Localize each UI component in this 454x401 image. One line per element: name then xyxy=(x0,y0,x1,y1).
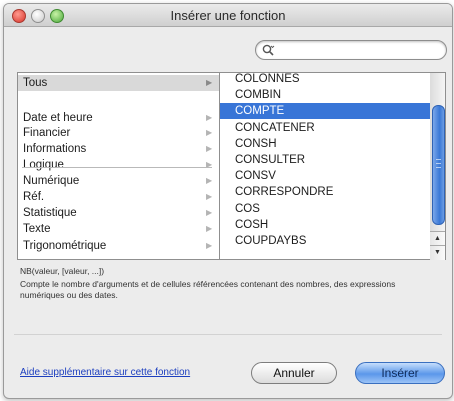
function-item[interactable]: COLONNES xyxy=(220,73,431,87)
category-label: Réf. xyxy=(23,191,45,203)
category-item[interactable]: Trigonométrique ▶ xyxy=(18,238,220,254)
function-label: CORRESPONDRE xyxy=(235,186,334,199)
title-bar: Insérer une fonction xyxy=(4,4,452,27)
category-label: Trigonométrique xyxy=(23,240,107,252)
chevron-right-icon: ▶ xyxy=(206,128,213,137)
scroll-down-arrow-icon[interactable]: ▼ xyxy=(430,245,445,260)
function-item[interactable]: COMPTE xyxy=(220,103,431,120)
function-item[interactable]: COMBIN xyxy=(220,87,431,103)
chevron-right-icon: ▶ xyxy=(206,208,213,217)
window-title: Insérer une fonction xyxy=(170,8,286,23)
category-item[interactable]: Financier ▶ xyxy=(18,125,220,141)
search-input[interactable] xyxy=(276,42,438,58)
function-item[interactable]: COUPDAYBS xyxy=(220,233,431,249)
chevron-right-icon: ▶ xyxy=(206,176,213,185)
function-label: COSH xyxy=(235,218,269,231)
category-label: Date et heure xyxy=(23,112,93,124)
function-label: COMBIN xyxy=(235,89,281,102)
function-list: COLONNES COMBIN COMPTE CONCATENER CONSH CONSU… xyxy=(219,72,432,260)
scroll-thumb[interactable] xyxy=(432,105,445,225)
category-label: Tous xyxy=(23,77,48,89)
insert-function-dialog: Insérer une fonction Tous ▶ Date et heure ▶… xyxy=(3,3,453,399)
function-list-scrollbar[interactable]: ▲ ▼ xyxy=(430,72,446,260)
function-label: COMPTE xyxy=(235,105,285,118)
insert-button[interactable]: Insérer xyxy=(355,362,445,384)
help-link[interactable]: Aide supplémentaire sur cette fonction xyxy=(20,367,190,378)
category-label: Informations xyxy=(23,143,87,155)
function-item[interactable]: COSH xyxy=(220,217,431,233)
category-label: Logique xyxy=(23,159,64,171)
footer-divider xyxy=(14,334,442,335)
chevron-right-icon: ▶ xyxy=(206,241,213,250)
function-item[interactable]: CONCATENER xyxy=(220,120,431,136)
function-label: CONSH xyxy=(235,137,277,150)
category-item[interactable]: Logique ▶ xyxy=(18,157,220,173)
category-item[interactable]: Statistique ▶ xyxy=(18,205,220,221)
function-description: Compte le nombre d'arguments et de cellu… xyxy=(20,279,396,300)
chevron-right-icon: ▶ xyxy=(206,113,213,122)
function-label: CONCATENER xyxy=(235,121,315,134)
function-item[interactable]: COS xyxy=(220,201,431,217)
function-syntax: NB(valeur, [valeur, ...]) xyxy=(20,266,105,276)
chevron-right-icon: ▶ xyxy=(206,224,213,233)
chevron-right-icon: ▶ xyxy=(206,144,213,153)
category-item[interactable]: Numérique ▶ xyxy=(18,173,220,189)
chevron-right-icon: ▶ xyxy=(206,160,213,169)
function-label: COLONNES xyxy=(235,73,300,85)
function-label: COUPDAYBS xyxy=(235,235,307,247)
scroll-up-arrow-icon[interactable]: ▲ xyxy=(430,231,445,246)
category-item[interactable]: Réf. ▶ xyxy=(18,189,220,205)
category-item[interactable]: Texte ▶ xyxy=(18,221,220,237)
category-label: Financier xyxy=(23,127,71,139)
search-field[interactable] xyxy=(255,40,447,60)
function-item[interactable]: CORRESPONDRE xyxy=(220,184,431,200)
function-label: CONSV xyxy=(235,170,276,183)
function-label: CONSULTER xyxy=(235,154,306,166)
search-icon xyxy=(262,44,275,56)
chevron-right-icon: ▶ xyxy=(206,192,213,201)
function-item[interactable]: CONSULTER xyxy=(220,152,431,168)
category-label: Numérique xyxy=(23,175,80,187)
function-label: COS xyxy=(235,202,260,215)
category-item[interactable]: Date et heure ▶ xyxy=(18,110,220,126)
category-list: Tous ▶ Date et heure ▶ Financier ▶ Information… xyxy=(17,72,220,260)
category-label: Texte xyxy=(23,223,51,235)
category-label: Statistique xyxy=(23,207,77,219)
category-divider xyxy=(22,167,212,168)
chevron-right-icon: ▶ xyxy=(206,78,213,87)
function-item[interactable]: CONSH xyxy=(220,136,431,152)
cancel-button[interactable]: Annuler xyxy=(251,362,337,384)
function-item[interactable]: CONSV xyxy=(220,168,431,184)
category-item[interactable]: Informations ▶ xyxy=(18,141,220,157)
category-item[interactable]: Tous ▶ xyxy=(18,75,220,91)
